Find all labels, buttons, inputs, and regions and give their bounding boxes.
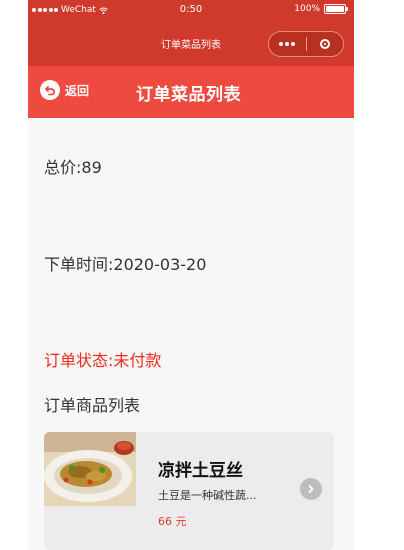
dish-description: 土豆是一种碱性蔬... <box>158 489 257 502</box>
page-title: 订单菜品列表 <box>136 85 241 105</box>
back-button[interactable]: 返回 <box>40 80 89 100</box>
order-total: 总价:89 <box>44 158 102 177</box>
mini-program-navbar: 订单菜品列表 <box>28 22 354 66</box>
page-header: 返回 订单菜品列表 <box>28 66 354 118</box>
dish-name: 凉拌土豆丝 <box>158 461 243 481</box>
dish-price: 66 元 <box>158 515 187 528</box>
dish-image <box>44 432 136 506</box>
capsule-menu <box>268 31 344 57</box>
back-arrow-icon <box>40 80 60 100</box>
order-status: 订单状态:未付款 <box>44 351 162 370</box>
battery-percent: 100% <box>294 4 320 14</box>
chevron-right-icon[interactable] <box>300 478 322 500</box>
close-circle-icon[interactable] <box>306 31 343 57</box>
back-label: 返回 <box>65 83 90 98</box>
order-item-card[interactable]: 凉拌土豆丝 土豆是一种碱性蔬... 66 元 <box>44 432 334 550</box>
status-bar: WeChat 0:50 100% <box>28 0 354 22</box>
items-heading: 订单商品列表 <box>44 396 141 415</box>
more-dots-icon[interactable] <box>269 31 306 57</box>
battery-icon <box>324 4 348 14</box>
phone-screen: WeChat 0:50 100% 订单菜品列表 返回 订单菜品列表 总价:89 … <box>28 0 354 550</box>
battery-indicator: 100% <box>294 4 348 14</box>
order-time: 下单时间:2020-03-20 <box>44 255 207 274</box>
